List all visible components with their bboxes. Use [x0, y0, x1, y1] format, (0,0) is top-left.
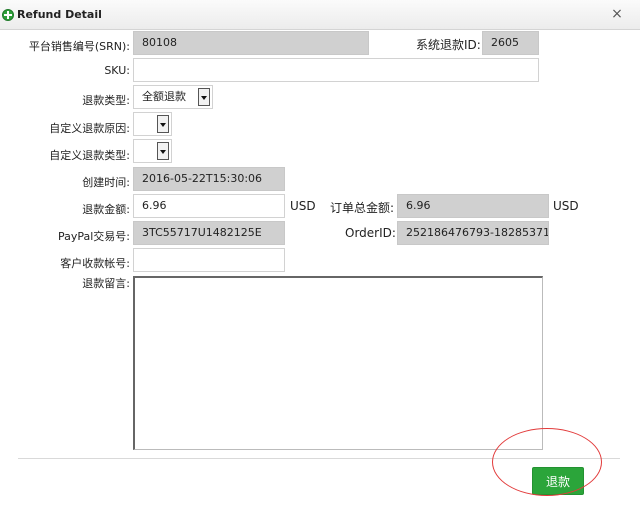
order-total-currency: USD: [553, 199, 579, 213]
srn-label: 平台销售编号(SRN):: [28, 40, 130, 53]
refund-type-label: 退款类型:: [82, 94, 130, 107]
refund-button[interactable]: 退款: [532, 467, 584, 495]
customer-account-input[interactable]: [133, 248, 285, 272]
srn-field[interactable]: 80108: [133, 31, 369, 55]
remark-textarea[interactable]: [133, 276, 543, 450]
chevron-down-icon[interactable]: [157, 115, 169, 133]
window-title: Refund Detail: [17, 8, 102, 21]
refund-type-select[interactable]: 全额退款: [133, 85, 213, 109]
refund-amount-label: 退款金额:: [82, 203, 130, 216]
paypal-txn-field[interactable]: 3TC55717U1482125E: [133, 221, 285, 245]
refund-id-field[interactable]: 2605: [482, 31, 539, 55]
custom-type-label: 自定义退款类型:: [49, 149, 130, 162]
created-time-field[interactable]: 2016-05-22T15:30:06: [133, 167, 285, 191]
sku-input[interactable]: [133, 58, 539, 82]
footer-divider: [18, 458, 620, 459]
order-id-label: OrderID:: [345, 226, 396, 240]
custom-reason-select[interactable]: [133, 112, 172, 136]
app-plus-icon: [2, 9, 14, 21]
custom-type-select[interactable]: [133, 139, 172, 163]
refund-currency: USD: [290, 199, 316, 213]
custom-reason-label: 自定义退款原因:: [49, 122, 130, 135]
order-id-field[interactable]: 252186476793-1828537166: [397, 221, 549, 245]
remark-label: 退款留言:: [82, 277, 130, 290]
order-total-field[interactable]: 6.96: [397, 194, 549, 218]
order-total-label: 订单总金额:: [330, 201, 395, 215]
customer-account-label: 客户收款帐号:: [60, 257, 130, 270]
paypal-txn-label: PayPal交易号:: [57, 230, 130, 243]
refund-type-value: 全额退款: [142, 90, 186, 103]
refund-id-label: 系统退款ID:: [416, 38, 481, 52]
created-time-label: 创建时间:: [82, 176, 130, 189]
sku-label: SKU:: [104, 64, 130, 77]
chevron-down-icon[interactable]: [157, 142, 169, 160]
chevron-down-icon[interactable]: [198, 88, 210, 106]
close-icon[interactable]: ×: [609, 6, 625, 22]
refund-amount-input[interactable]: 6.96: [133, 194, 285, 218]
